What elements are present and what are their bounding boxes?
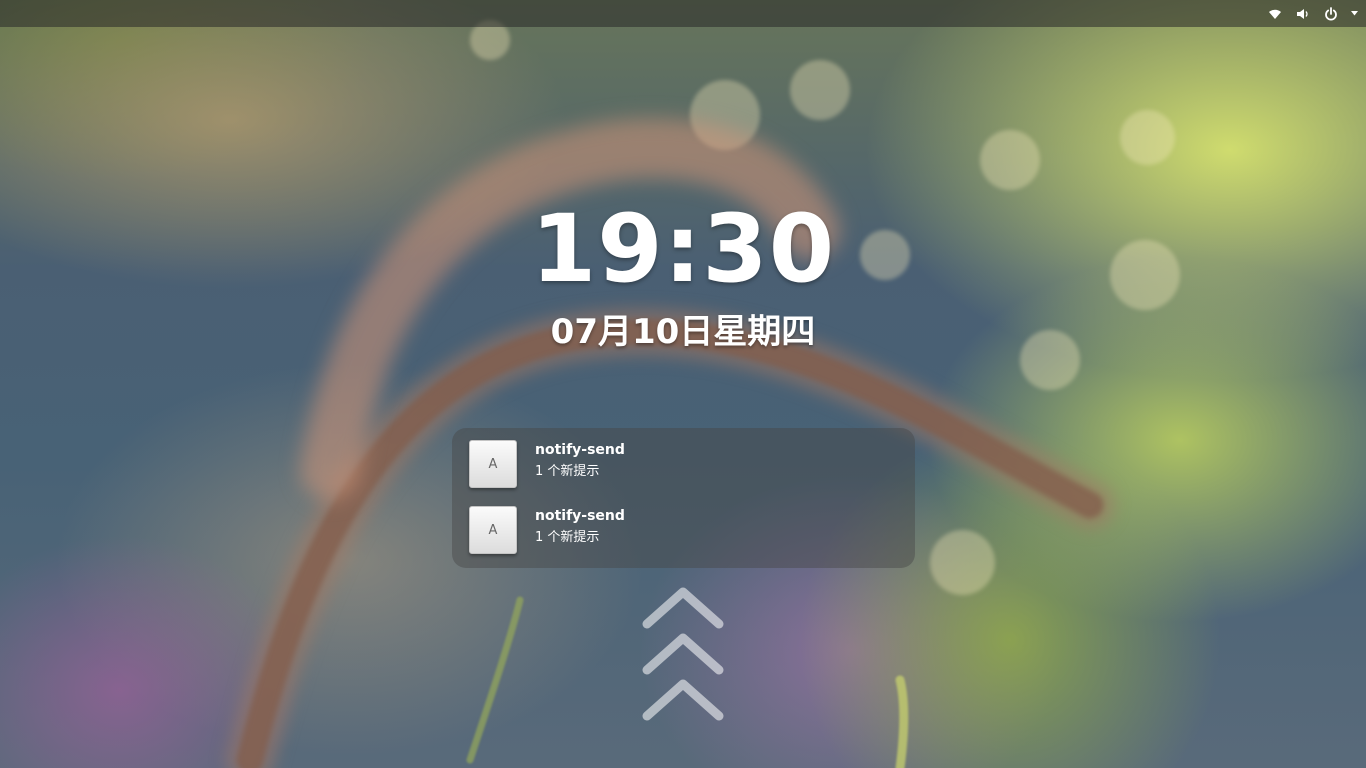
notification-title: notify-send [535, 442, 625, 458]
clock-time: 19:30 [530, 195, 836, 304]
app-icon: A [469, 506, 517, 554]
notification-body: 1 个新提示 [535, 464, 600, 479]
system-tray [1266, 0, 1358, 27]
power-icon[interactable] [1322, 5, 1340, 23]
wifi-icon[interactable] [1266, 5, 1284, 23]
clock-date: 07月10日星期四 [550, 312, 816, 352]
top-panel [0, 0, 1366, 27]
dropdown-arrow-icon[interactable] [1350, 11, 1358, 16]
notification-item[interactable]: A notify-send 1 个新提示 [469, 440, 899, 492]
notification-panel: A notify-send 1 个新提示 A notify-send 1 个新提… [452, 428, 915, 568]
chevron-up-icon [642, 587, 724, 629]
unlock-swipe-handle[interactable] [641, 584, 725, 726]
notification-title: notify-send [535, 508, 625, 524]
notification-item[interactable]: A notify-send 1 个新提示 [469, 506, 899, 558]
chevron-up-icon [642, 633, 724, 675]
volume-icon[interactable] [1294, 5, 1312, 23]
app-icon: A [469, 440, 517, 488]
notification-body: 1 个新提示 [535, 530, 600, 545]
chevron-up-icon [642, 679, 724, 721]
